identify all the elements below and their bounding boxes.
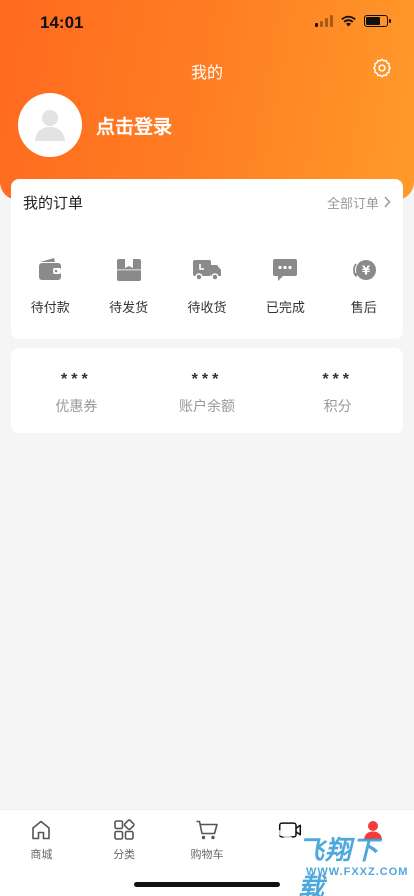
watermark: 飞翔下载 WWW.FXXZ.COM	[244, 820, 407, 896]
home-indicator	[134, 882, 280, 887]
coupons-value: ***	[60, 371, 92, 388]
status-icons	[315, 15, 391, 27]
tab-mall[interactable]: 商城	[0, 810, 83, 896]
refund-icon: ¥	[352, 260, 376, 280]
orders-header: 我的订单 全部订单	[11, 179, 403, 225]
points-value: ***	[322, 371, 354, 388]
settings-gear-icon[interactable]	[371, 57, 393, 79]
orders-title: 我的订单	[23, 194, 84, 212]
order-pending-payment[interactable]: 待付款	[11, 255, 89, 316]
grid-icon	[114, 819, 135, 840]
order-after-sales[interactable]: ¥ 售后	[325, 255, 403, 316]
chevron-right-icon	[384, 196, 391, 208]
status-time: 14:01	[40, 13, 84, 32]
order-completed[interactable]: 已完成	[246, 255, 324, 316]
orders-card: 我的订单 全部订单 待付款 待发货 待收货 已完成 ¥ 售后	[11, 179, 403, 339]
order-item-label: 已完成	[265, 300, 305, 315]
user-placeholder-icon	[35, 110, 65, 141]
home-icon	[32, 820, 51, 840]
chat-icon	[273, 259, 298, 281]
profile-screen: 14:01 我的 点击登录 我的订单 全部订单 待付款 待发货 待收货 已完成 …	[0, 0, 414, 896]
coupons-label: 优惠券	[55, 398, 98, 414]
all-orders-link[interactable]: 全部订单	[327, 193, 391, 212]
order-pending-shipment[interactable]: 待发货	[89, 255, 167, 316]
truck-icon	[192, 260, 221, 281]
order-item-label: 售后	[350, 300, 377, 315]
watermark-logo-icon	[249, 829, 299, 879]
tab-label: 商城	[30, 849, 53, 861]
tab-label: 分类	[113, 849, 136, 861]
points-label: 积分	[323, 398, 352, 414]
points-stat[interactable]: *** 积分	[272, 348, 403, 433]
status-bar: 14:01	[0, 0, 414, 46]
order-status-row: 待付款 待发货 待收货 已完成 ¥ 售后	[11, 255, 403, 316]
balance-value: ***	[191, 371, 223, 388]
order-item-label: 待发货	[109, 300, 149, 315]
order-item-label: 待付款	[30, 300, 70, 315]
coupons-stat[interactable]: *** 优惠券	[11, 348, 142, 433]
watermark-text: 飞翔下载	[298, 835, 380, 896]
wallet-icon	[39, 258, 62, 280]
battery-icon	[364, 15, 391, 27]
signal-icon	[315, 15, 333, 27]
balance-label: 账户余额	[179, 398, 235, 414]
login-area[interactable]: 点击登录	[18, 93, 172, 157]
avatar[interactable]	[18, 93, 82, 157]
assets-card: *** 优惠券 *** 账户余额 *** 积分	[11, 348, 403, 433]
svg-text:¥: ¥	[362, 264, 371, 278]
login-link[interactable]: 点击登录	[96, 112, 172, 139]
watermark-url: WWW.FXXZ.COM	[306, 866, 409, 878]
balance-stat[interactable]: *** 账户余额	[142, 348, 273, 433]
order-pending-receipt[interactable]: 待收货	[168, 255, 246, 316]
box-icon	[116, 259, 141, 281]
page-title: 我的	[190, 65, 223, 82]
all-orders-label: 全部订单	[326, 195, 379, 211]
order-item-label: 待收货	[187, 300, 227, 315]
cart-icon	[196, 820, 218, 840]
wifi-icon	[341, 15, 356, 27]
tab-label: 购物车	[190, 849, 224, 861]
